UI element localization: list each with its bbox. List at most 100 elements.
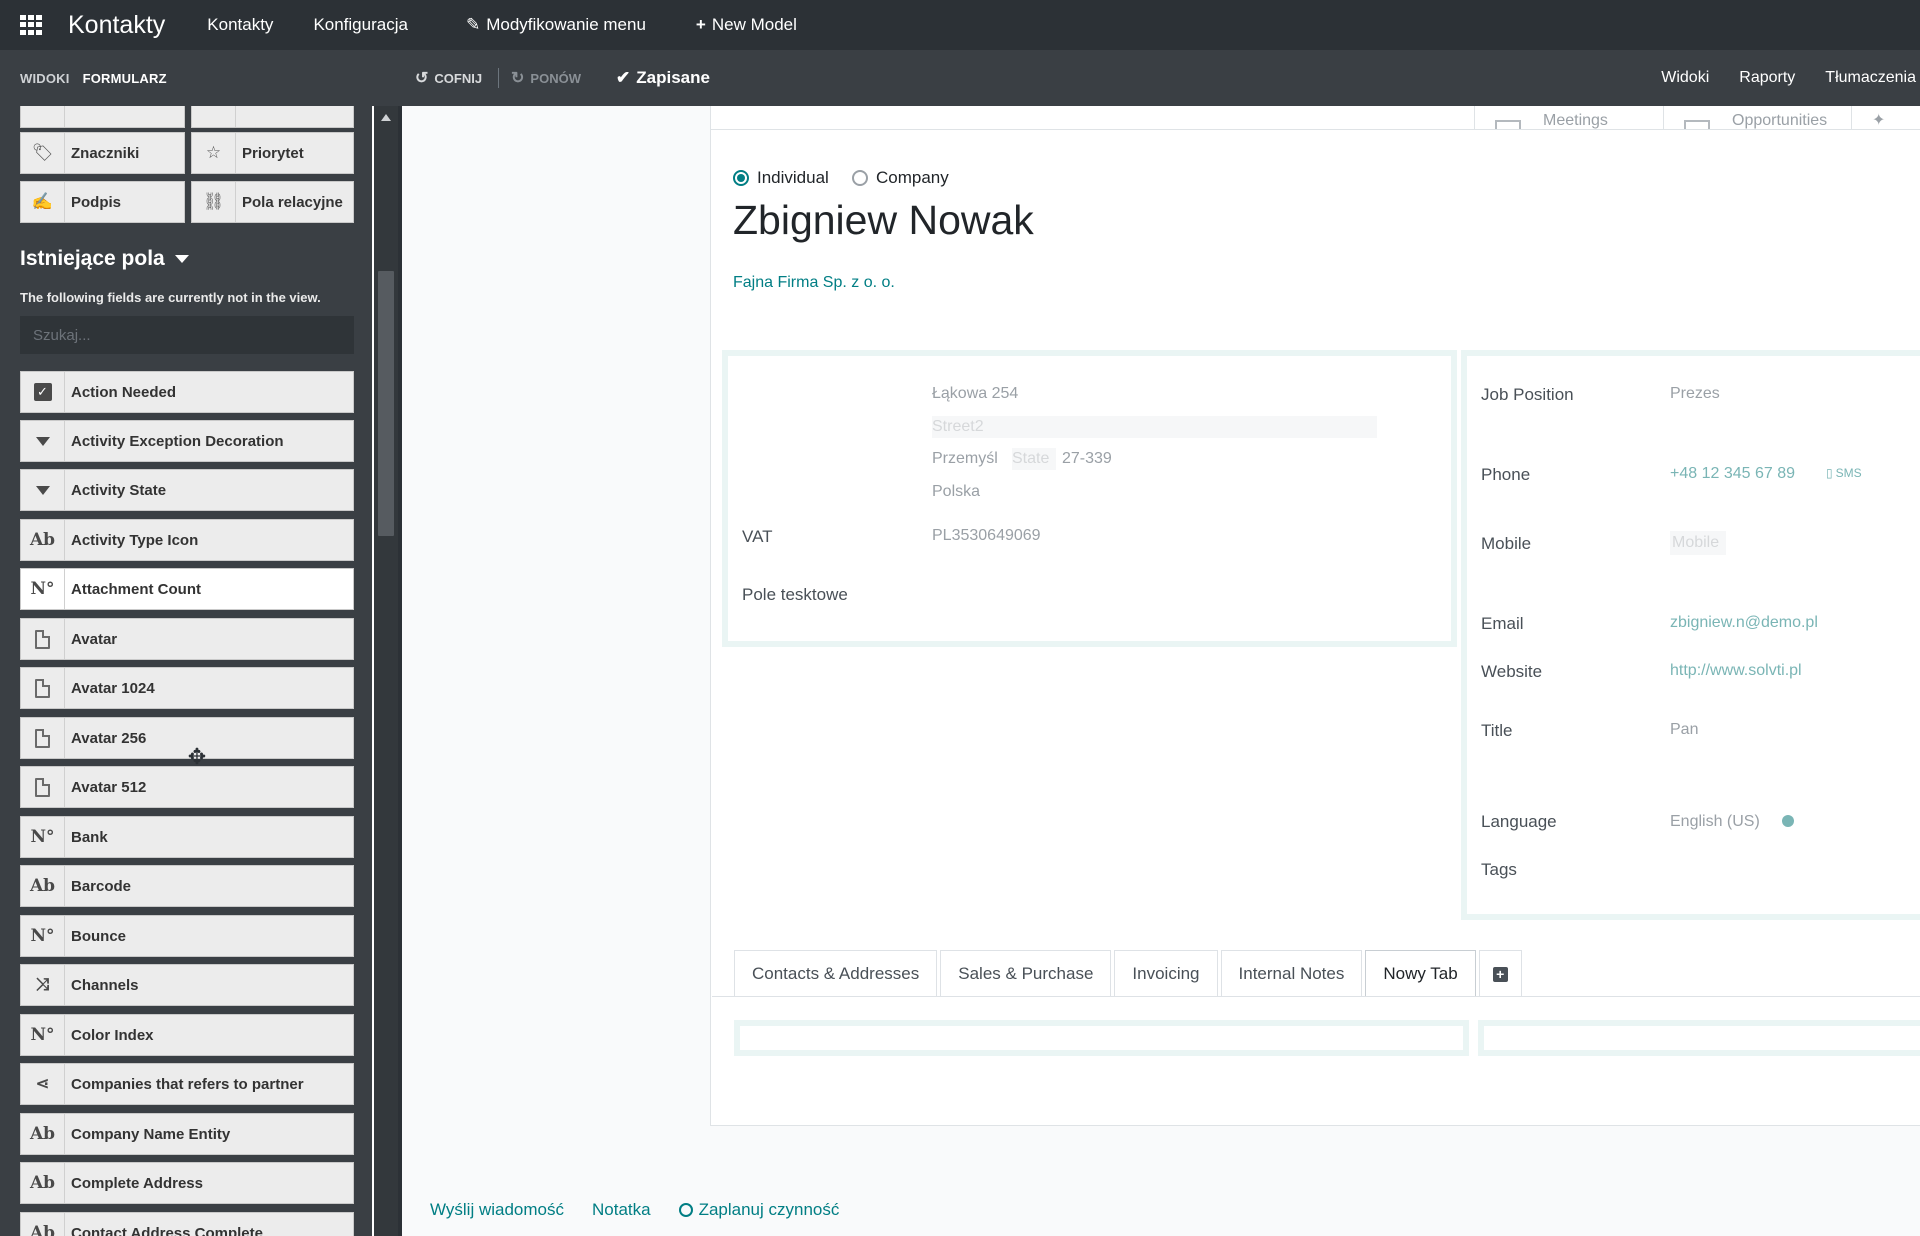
field-item[interactable]: N° Attachment Count	[20, 568, 354, 610]
field-label: Activity State	[71, 481, 167, 499]
field-item[interactable]: Activity State	[20, 469, 354, 511]
phone-label: Phone	[1481, 465, 1531, 484]
city-field[interactable]: Przemyśl	[932, 450, 998, 468]
schedule-activity-button[interactable]: Zaplanuj czynność	[678, 1200, 840, 1220]
field-item[interactable]: N° Bounce	[20, 915, 354, 957]
add-tab-button[interactable]: +	[1478, 950, 1522, 997]
component-label: Pola relacyjne	[242, 193, 343, 211]
field-item[interactable]: N° Bank	[20, 816, 354, 858]
menu-raporty[interactable]: Raporty	[1739, 69, 1795, 87]
sms-button[interactable]: ▯ SMS	[1826, 466, 1862, 480]
scroll-up-icon[interactable]	[381, 114, 391, 121]
component-signature[interactable]: ✍ Podpis	[20, 181, 185, 223]
redo-button[interactable]: ↻ PONÓW	[511, 50, 581, 106]
field-item[interactable]: Avatar	[20, 618, 354, 660]
caret-down-icon	[174, 255, 189, 263]
send-message-button[interactable]: Wyślij wiadomość	[430, 1200, 564, 1220]
tab-content-group-left[interactable]	[734, 1020, 1469, 1056]
partner-name[interactable]: Zbigniew Nowak	[733, 197, 1034, 244]
website-field[interactable]: http://www.solvti.pl	[1670, 662, 1802, 680]
phone-field[interactable]: +48 12 345 67 89	[1670, 465, 1795, 483]
component-relational[interactable]: ⛓ Pola relacyjne	[191, 181, 354, 223]
field-label: Contact Address Complete	[71, 1224, 263, 1236]
language-field[interactable]: English (US)	[1670, 813, 1760, 831]
selection-icon	[21, 421, 65, 461]
globe-icon[interactable]	[1782, 815, 1794, 827]
field-item[interactable]: ⤨ Channels	[20, 964, 354, 1006]
tab-widoki[interactable]: WIDOKI	[20, 71, 70, 86]
component-tags[interactable]: 🏷 Znaczniki	[20, 132, 185, 174]
menu-label: Kontakty	[207, 15, 274, 34]
tab-invoicing[interactable]: Invoicing	[1114, 950, 1218, 997]
menu-label: Konfiguracja	[313, 15, 408, 34]
field-item[interactable]: Avatar 512	[20, 766, 354, 808]
menu-konfiguracja[interactable]: Konfiguracja	[313, 15, 408, 35]
contact-group[interactable]	[1461, 350, 1920, 920]
tab-internal-notes[interactable]: Internal Notes	[1220, 950, 1363, 997]
component-partial[interactable]	[191, 106, 354, 128]
sidebar-scrollbar[interactable]	[374, 106, 398, 1236]
radio-label: Individual	[757, 168, 829, 187]
title-field[interactable]: Pan	[1670, 721, 1698, 739]
clock-icon	[678, 1203, 693, 1217]
field-label: Avatar	[71, 630, 118, 648]
email-field[interactable]: zbigniew.n@demo.pl	[1670, 614, 1818, 632]
field-label: Activity Exception Decoration	[71, 432, 284, 450]
field-item[interactable]: Ab Contact Address Complete	[20, 1212, 354, 1236]
menu-new-model[interactable]: + New Model	[696, 15, 797, 35]
menu-tlumaczenia[interactable]: Tłumaczenia	[1825, 69, 1916, 87]
company-link[interactable]: Fajna Firma Sp. z o. o.	[733, 274, 895, 292]
street2-field[interactable]	[932, 416, 1377, 438]
apps-menu-icon[interactable]	[20, 15, 44, 35]
field-item[interactable]: Activity Exception Decoration	[20, 420, 354, 462]
field-item[interactable]: ✓ Action Needed	[20, 371, 354, 413]
binary-icon	[21, 668, 65, 708]
job-position-field[interactable]: Prezes	[1670, 385, 1720, 403]
integer-icon: N°	[21, 817, 65, 857]
field-label: Action Needed	[71, 383, 177, 401]
opportunities-button[interactable]: Opportunities	[1663, 106, 1858, 129]
scrollbar-thumb[interactable]	[378, 271, 394, 536]
field-label: Avatar 512	[71, 778, 147, 796]
field-item[interactable]: Ab Barcode	[20, 865, 354, 907]
component-priority[interactable]: ☆ Priorytet	[191, 132, 354, 174]
tab-sales-purchase[interactable]: Sales & Purchase	[940, 950, 1112, 997]
vat-label: VAT	[742, 527, 773, 546]
menu-widoki[interactable]: Widoki	[1661, 69, 1709, 87]
field-label: Activity Type Icon	[71, 531, 199, 549]
notebook-tabs: Contacts & Addresses Sales & Purchase In…	[734, 950, 1525, 997]
plus-icon: +	[695, 15, 706, 34]
more-button[interactable]: ✦	[1851, 106, 1920, 129]
zip-field[interactable]: 27-339	[1062, 450, 1112, 468]
schedule-activity-label: Zaplanuj czynność	[698, 1200, 840, 1219]
country-field[interactable]: Polska	[932, 483, 980, 501]
field-item[interactable]: Avatar 1024	[20, 667, 354, 709]
street-field[interactable]: Łąkowa 254	[932, 385, 1018, 403]
menu-kontakty[interactable]: Kontakty	[207, 15, 273, 35]
undo-label: COFNIJ	[434, 70, 483, 86]
field-item[interactable]: N° Color Index	[20, 1014, 354, 1056]
existing-fields-toggle[interactable]: Istniejące pola	[20, 247, 189, 271]
menu-edit-menu[interactable]: ✎ Modyfikowanie menu	[466, 15, 646, 35]
vat-field[interactable]: PL3530649069	[932, 527, 1041, 545]
saved-status: ✔ Zapisane	[616, 50, 710, 106]
tab-content-group-right[interactable]	[1478, 1020, 1920, 1056]
tab-contacts-addresses[interactable]: Contacts & Addresses	[734, 950, 938, 997]
smart-button-box: Meetings Opportunities ✦	[711, 106, 1920, 130]
app-title[interactable]: Kontakty	[68, 11, 165, 40]
radio-individual[interactable]: Individual	[733, 168, 829, 188]
meetings-button[interactable]: Meetings	[1474, 106, 1669, 129]
field-item[interactable]: ⋖ Companies that refers to partner	[20, 1063, 354, 1105]
field-item[interactable]: Ab Complete Address	[20, 1162, 354, 1204]
field-search-input[interactable]	[20, 316, 354, 354]
log-note-button[interactable]: Notatka	[592, 1200, 651, 1220]
field-item[interactable]: Ab Activity Type Icon	[20, 519, 354, 561]
radio-company[interactable]: Company	[852, 168, 949, 188]
component-partial[interactable]	[20, 106, 185, 128]
meetings-label: Meetings	[1543, 112, 1608, 129]
undo-button[interactable]: ↺ COFNIJ	[415, 50, 482, 106]
tabs-underline	[712, 996, 1920, 997]
tab-formularz[interactable]: FORMULARZ	[83, 71, 167, 86]
tab-nowy-tab[interactable]: Nowy Tab	[1365, 950, 1476, 997]
field-item[interactable]: Ab Company Name Entity	[20, 1113, 354, 1155]
